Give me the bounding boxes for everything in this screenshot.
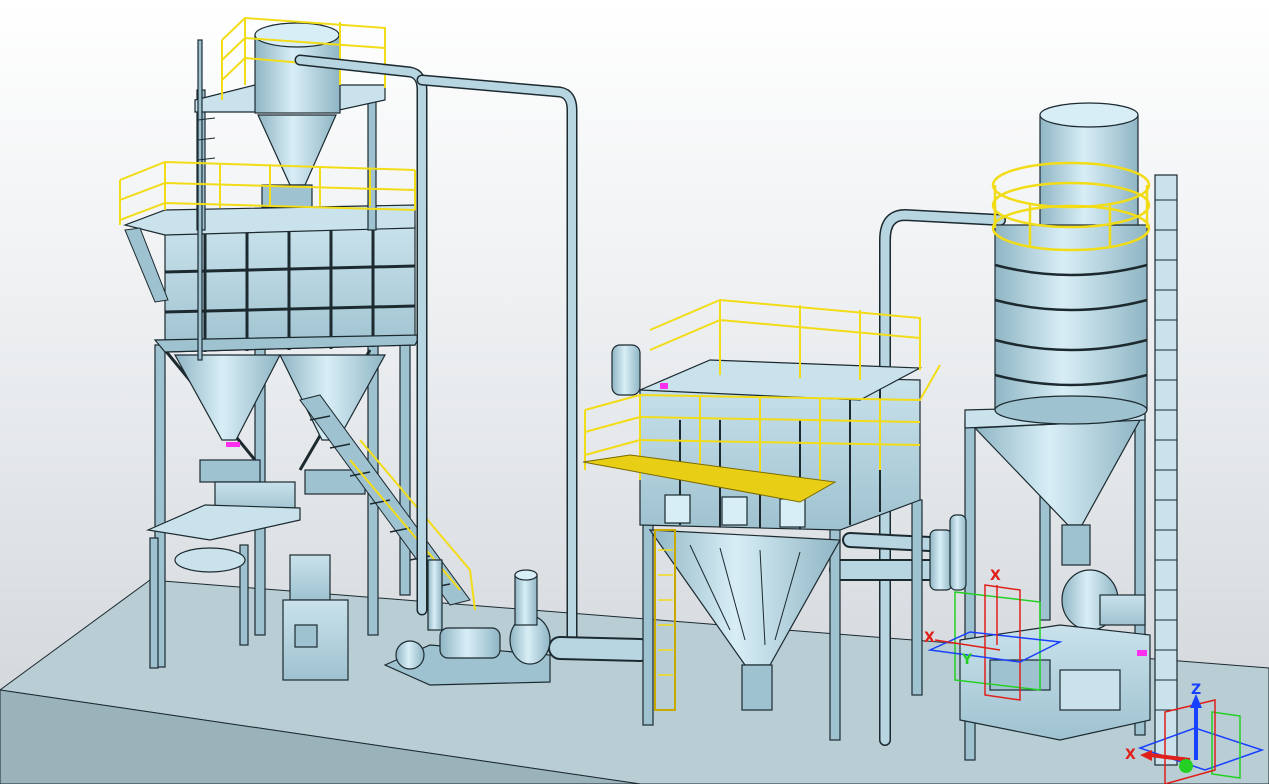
triad-z-label: Z	[1191, 682, 1201, 698]
plant-model[interactable]: X X Y Z X	[0, 0, 1269, 784]
right-cage-ladder	[1154, 174, 1178, 766]
gizmo-x-label: X	[990, 568, 1001, 584]
gizmo-left-x-label: X	[924, 630, 935, 646]
triad-x-label: X	[1125, 747, 1136, 763]
3d-viewport[interactable]: X X Y Z X	[0, 0, 1269, 784]
gizmo-y-label: Y	[961, 652, 973, 668]
